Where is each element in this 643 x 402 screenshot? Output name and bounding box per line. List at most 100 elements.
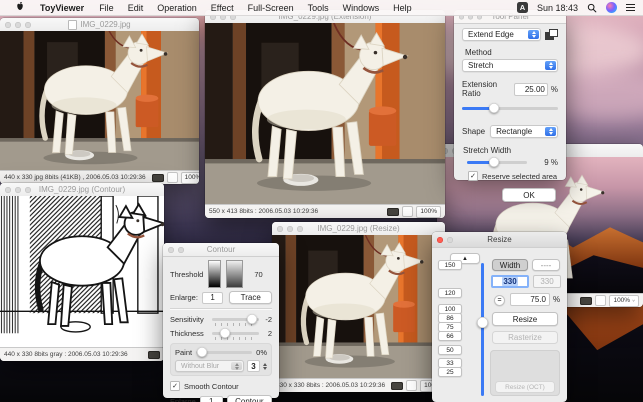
image-canvas[interactable] [205, 23, 445, 204]
minimize-button[interactable] [287, 225, 293, 232]
equals-button[interactable]: = [494, 295, 505, 306]
window-original[interactable]: IMG_0229.jpg 440 x 330 jpg 8bits (41KB) … [0, 18, 199, 184]
smooth-contour-checkbox[interactable]: ✓ [170, 381, 180, 391]
image-canvas[interactable] [272, 235, 445, 378]
menu-app-name[interactable]: ToyViewer [32, 3, 92, 13]
resize-button[interactable]: Resize [492, 312, 558, 326]
zoom-reset-box[interactable] [406, 380, 418, 391]
menu-edit[interactable]: Edit [121, 3, 151, 13]
traffic-lights[interactable] [5, 186, 31, 193]
rasterize-button[interactable]: Rasterize [492, 331, 558, 344]
menu-file[interactable]: File [92, 3, 121, 13]
menu-fullscreen[interactable]: Full-Screen [241, 3, 301, 13]
titlebar[interactable]: IMG_0229.jpg (Contour) [0, 183, 164, 197]
titlebar[interactable]: Resize [432, 232, 567, 248]
zoom-button[interactable] [25, 186, 31, 193]
scale-slider-thumb[interactable] [477, 317, 488, 328]
screen-icon[interactable] [391, 381, 404, 390]
preset-66[interactable]: 66 [438, 331, 462, 341]
zoom-reset-box[interactable] [166, 172, 178, 183]
paint-slider[interactable] [196, 347, 253, 357]
zoom-select[interactable]: 100% ˅ [180, 171, 199, 184]
close-button[interactable] [168, 246, 174, 253]
panel-switch-icon[interactable] [545, 29, 558, 40]
titlebar[interactable]: Contour [163, 243, 279, 257]
preset-120[interactable]: 120 [438, 288, 462, 298]
menu-tools[interactable]: Tools [301, 3, 336, 13]
blur-popup[interactable]: Without Blur [175, 360, 244, 372]
panel-contour[interactable]: Contour Threshold 70 Enlarge: 1 Trace Se… [163, 243, 279, 402]
screen-icon[interactable] [151, 173, 164, 182]
traffic-lights[interactable] [168, 246, 184, 253]
screen-icon[interactable] [148, 350, 160, 359]
zoom-select[interactable]: 100% [416, 205, 441, 218]
sensitivity-slider[interactable] [212, 314, 259, 326]
trace-button[interactable]: Trace [229, 291, 272, 304]
window-contour-image[interactable]: IMG_0229.jpg (Contour) 440 x 330 8bits g… [0, 183, 164, 361]
titlebar[interactable]: IMG_0229.jpg (Resize) [272, 222, 445, 236]
screen-icon[interactable] [387, 207, 400, 216]
percent-field[interactable]: 75.0 [510, 293, 550, 306]
minimize-button[interactable] [15, 186, 21, 193]
width-field[interactable]: 330 [491, 275, 529, 288]
preset-150[interactable]: 150 [438, 260, 462, 270]
minimize-button[interactable] [15, 21, 21, 28]
close-button[interactable] [277, 225, 283, 232]
enlarge2-label: Enlarge [170, 397, 196, 402]
chevron-down-icon: ˅ [632, 298, 635, 303]
traffic-lights[interactable] [277, 225, 303, 232]
zoom-select[interactable]: 100% ˅ [609, 294, 639, 307]
menu-clock[interactable]: Sun 18:43 [537, 3, 578, 13]
zoom-reset-box[interactable] [595, 295, 607, 306]
enlarge-field[interactable]: 1 [201, 291, 224, 304]
notification-center-icon[interactable] [626, 3, 635, 12]
spotlight-icon[interactable] [587, 3, 597, 13]
zoom-reset-box[interactable] [402, 206, 414, 217]
menu-effect[interactable]: Effect [204, 3, 241, 13]
ratio-slider[interactable] [462, 103, 558, 113]
zoom-button[interactable] [297, 225, 303, 232]
close-button[interactable] [5, 186, 11, 193]
ratio-field[interactable]: 25.00 [513, 82, 548, 96]
traffic-lights[interactable] [437, 236, 453, 243]
width-mode-button[interactable]: Width [492, 259, 528, 271]
contour-button[interactable]: Contour [226, 395, 272, 402]
resize-oct-button[interactable]: Resize (OCT) [495, 381, 555, 393]
menu-help[interactable]: Help [386, 3, 419, 13]
traffic-lights[interactable] [5, 21, 31, 28]
method-popup[interactable]: Stretch [462, 59, 558, 72]
tool-selector-popup[interactable]: Extend Edge [462, 28, 541, 41]
siri-icon[interactable] [606, 2, 617, 13]
minimize-button[interactable] [447, 236, 453, 243]
menu-windows[interactable]: Windows [336, 3, 387, 13]
image-info: 440 x 330 jpg 8bits (41KB) , 2006.05.03 … [4, 174, 146, 181]
preset-50[interactable]: 50 [438, 345, 462, 355]
blur-count-field[interactable]: 3 [247, 360, 260, 372]
panel-resize[interactable]: Resize ▲ 150 120 100 86 75 66 50 33 25 W… [432, 232, 567, 402]
scale-slider-track[interactable] [481, 263, 484, 396]
zoom-button[interactable] [25, 21, 31, 28]
panel-tool[interactable]: Tool Panel Extend Edge Method Stretch Ex… [454, 10, 566, 202]
ok-button[interactable]: OK [502, 188, 556, 202]
shape-popup[interactable]: Rectangle [490, 125, 558, 138]
enlarge2-field[interactable]: 1 [199, 395, 223, 402]
apple-menu[interactable] [8, 1, 32, 14]
close-button[interactable] [5, 21, 11, 28]
height-mode-button[interactable]: ---- [532, 259, 560, 271]
window-extension[interactable]: IMG_0229.jpg (Extension) 550 x 413 8bits… [205, 10, 445, 218]
image-canvas[interactable] [0, 196, 164, 347]
preset-25[interactable]: 25 [438, 367, 462, 377]
blur-count-stepper[interactable] [263, 362, 267, 370]
thickness-slider[interactable] [212, 328, 259, 340]
reserve-checkbox[interactable]: ✓ [468, 171, 478, 181]
minimize-button[interactable] [178, 246, 184, 253]
height-field[interactable]: 330 [533, 275, 561, 288]
close-button[interactable] [437, 236, 443, 243]
menu-operation[interactable]: Operation [150, 3, 204, 13]
stretch-width-slider[interactable] [467, 157, 527, 167]
window-resize-image[interactable]: IMG_0229.jpg (Resize) 330 x 330 8bits : … [272, 222, 445, 392]
screen-icon[interactable] [580, 296, 593, 305]
input-source-icon[interactable]: A [516, 2, 528, 13]
titlebar[interactable]: IMG_0229.jpg [0, 18, 199, 32]
image-canvas[interactable] [0, 31, 199, 170]
